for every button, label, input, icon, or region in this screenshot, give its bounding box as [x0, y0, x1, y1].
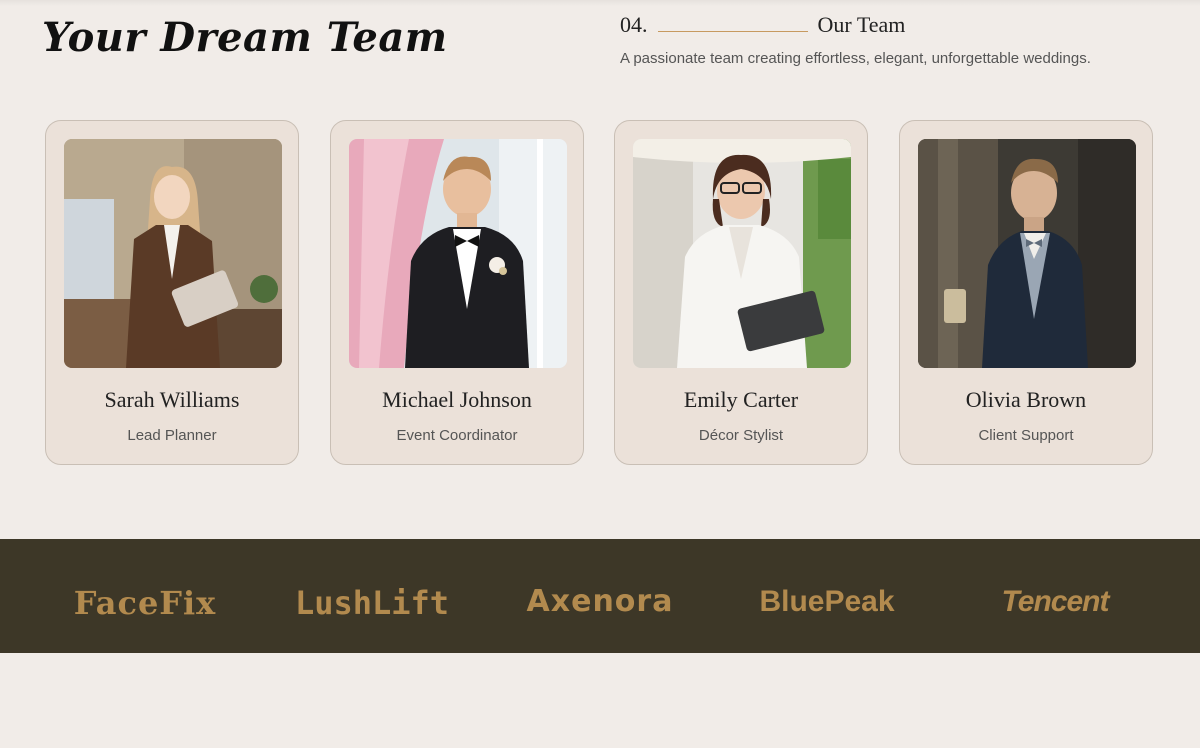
section-description: A passionate team creating effortless, e… [620, 50, 1091, 67]
team-member-role: Event Coordinator [396, 427, 518, 444]
header-shadow [0, 0, 1200, 6]
team-member-name: Sarah Williams [104, 387, 240, 412]
partner-logo-tencent: Tencent [1001, 585, 1110, 618]
partner-logo-lushlift: LushLift [294, 584, 450, 622]
team-member-photo [633, 139, 851, 368]
section-label: Our Team [817, 12, 906, 37]
team-card[interactable]: Emily Carter Décor Stylist [614, 120, 868, 465]
team-member-photo [64, 139, 282, 368]
section-divider [657, 30, 808, 32]
partner-logo-facefix: FaceFix [73, 584, 217, 622]
section-heading: 04. Our Team [620, 12, 905, 38]
team-member-name: Emily Carter [683, 387, 799, 412]
team-member-role: Décor Stylist [698, 427, 784, 444]
team-member-role: Client Support [978, 427, 1074, 444]
team-card[interactable]: Sarah Williams Lead Planner [45, 120, 299, 465]
partner-logo-axenora: Axenora [526, 584, 674, 619]
section-number: 04. [620, 12, 648, 37]
team-card[interactable]: Michael Johnson Event Coordinator [330, 120, 584, 465]
team-member-role: Lead Planner [127, 427, 217, 444]
team-card[interactable]: Olivia Brown Client Support [899, 120, 1153, 465]
team-member-photo [918, 139, 1136, 368]
partner-logo-bluepeak: BluePeak [759, 585, 895, 618]
page-title: Your Dream Team [42, 14, 448, 61]
partner-logo-strip: FaceFix LushLift Axenora BluePeak Tencen… [0, 539, 1200, 653]
team-member-name: Olivia Brown [965, 387, 1087, 412]
team-member-name: Michael Johnson [382, 387, 532, 412]
team-member-photo [349, 139, 567, 368]
